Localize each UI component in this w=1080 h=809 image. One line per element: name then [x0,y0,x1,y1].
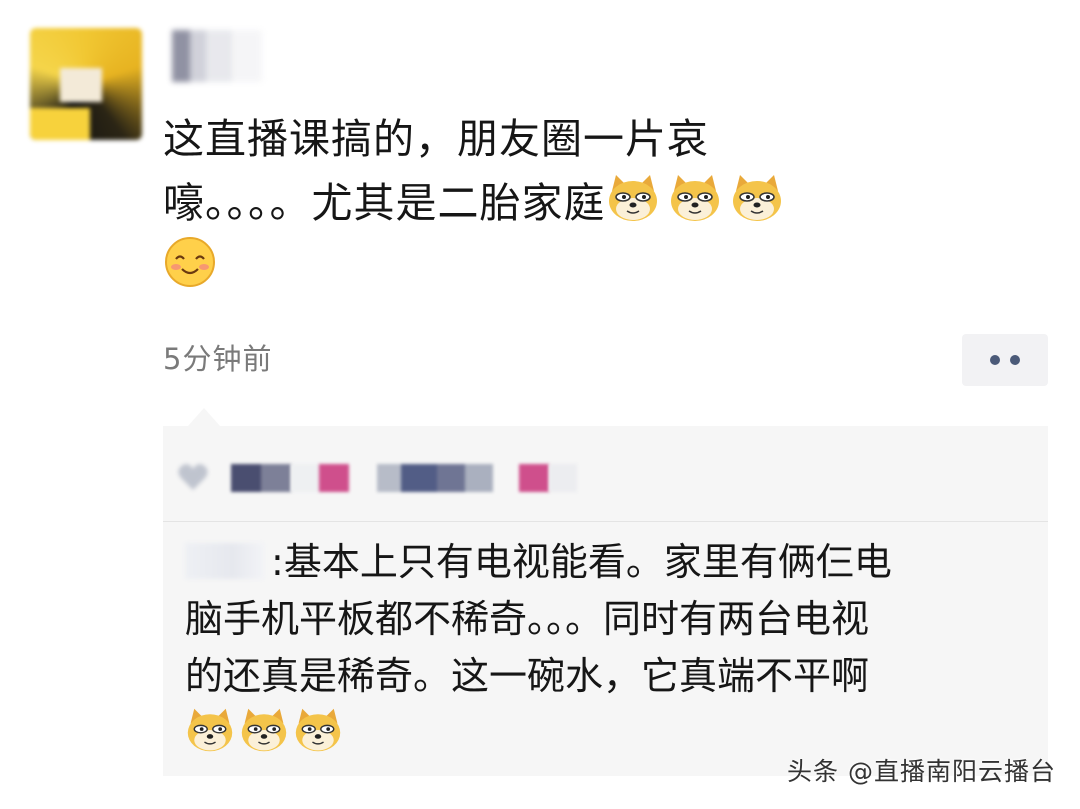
liker-names-blurred[interactable] [519,464,549,492]
post-text-line-3 [163,235,983,299]
likes-row [163,426,1048,522]
likes-comments-panel: :基本上只有电视能看。家里有俩仨电 脑手机平板都不稀奇。。。同时有两台电视 的还… [163,426,1048,776]
comment[interactable]: :基本上只有电视能看。家里有俩仨电 脑手机平板都不稀奇。。。同时有两台电视 的还… [185,534,1035,763]
comment-line-3: 的还真是稀奇。这一碗水，它真端不平啊 [185,654,870,698]
post-text-line-2: 嚎。。。。尤其是二胎家庭 [163,171,983,235]
commenter-name-blurred[interactable] [185,543,265,579]
comment-line-1-text: 基本上只有电视能看。家里有俩仨电 [283,540,892,584]
post-text-line-2-text: 嚎。。。。尤其是二胎家庭 [163,179,606,227]
doge-emoji-icon [295,708,341,752]
watermark: 头条 @直播南阳云播台 [787,757,1056,786]
comment-line-1: :基本上只有电视能看。家里有俩仨电 [185,534,1035,591]
doge-emoji-icon [608,175,657,221]
doge-emoji-icon [187,708,233,752]
doge-emoji-icon [670,175,719,221]
more-dot-icon [990,355,1000,365]
post-text-line-1: 这直播课搞的，朋友圈一片哀 [163,115,709,163]
post-timestamp: 5分钟前 [163,342,273,376]
more-dot-icon [1010,355,1020,365]
heart-icon [178,464,208,490]
liker-names-blurred[interactable] [319,464,349,492]
doge-emoji-icon [241,708,287,752]
post-content: 这直播课搞的，朋友圈一片哀 嚎。。。。尤其是二胎家庭 [163,108,983,299]
more-actions-button[interactable] [962,334,1048,386]
liker-names-blurred[interactable] [377,464,493,492]
liker-names-blurred[interactable] [549,464,577,492]
user-avatar[interactable] [30,28,142,140]
liker-names-blurred[interactable] [291,464,321,492]
comment-separator: : [271,540,284,584]
comment-line-2: 脑手机平板都不稀奇。。。同时有两台电视 [185,597,870,641]
user-nickname-blurred[interactable] [172,30,262,82]
doge-emoji-icon [732,175,781,221]
comment-box-caret [188,408,220,426]
liker-names-blurred[interactable] [231,464,291,492]
smile-emoji-icon [165,237,215,287]
